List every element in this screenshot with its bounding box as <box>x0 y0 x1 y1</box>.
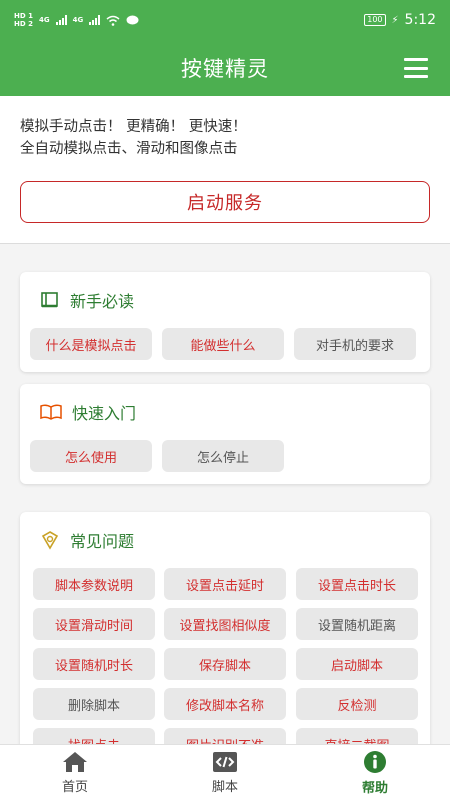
help-chip[interactable]: 能做些什么 <box>162 328 284 360</box>
question-shield-icon <box>41 531 59 550</box>
section-title: 新手必读 <box>70 292 135 311</box>
intro-text: 模拟手动点击！ 更精确！ 更快速！ 全自动模拟点击、滑动和图像点击 <box>20 116 247 160</box>
home-icon <box>63 752 87 772</box>
chat-icon <box>126 15 139 24</box>
help-chip[interactable]: 设置随机距离 <box>296 608 418 640</box>
start-service-button[interactable]: 启动服务 <box>20 181 430 223</box>
info-icon <box>364 751 386 773</box>
intro-line-1: 模拟手动点击！ 更精确！ 更快速！ <box>20 119 247 135</box>
nav-help[interactable]: 帮助 <box>300 745 450 801</box>
battery-icon: 100 <box>364 14 386 26</box>
bottom-navigation: 首页 脚本 帮助 <box>0 744 450 801</box>
section-faq: 常见问题 脚本参数说明 设置点击延时 设置点击时长 设置滑动时间 设置找图相似度… <box>20 512 430 772</box>
clock: 5:12 <box>404 12 436 28</box>
help-chip[interactable]: 启动脚本 <box>296 648 418 680</box>
book-icon <box>41 292 58 308</box>
help-chip[interactable]: 设置滑动时间 <box>33 608 155 640</box>
intro-line-2: 全自动模拟点击、滑动和图像点击 <box>20 141 238 157</box>
help-chip[interactable]: 怎么停止 <box>162 440 284 472</box>
signal-icon-2 <box>89 15 101 25</box>
network-type-2: 4G <box>72 16 84 24</box>
help-chip[interactable]: 设置找图相似度 <box>164 608 286 640</box>
help-chip[interactable]: 保存脚本 <box>164 648 286 680</box>
help-chip[interactable]: 删除脚本 <box>33 688 155 720</box>
network-type-1: 4G <box>38 16 50 24</box>
section-beginner: 新手必读 什么是模拟点击 能做些什么 对手机的要求 <box>20 272 430 372</box>
section-title: 常见问题 <box>70 532 135 551</box>
signal-icon <box>55 15 67 25</box>
wifi-icon <box>106 15 120 26</box>
nav-label: 首页 <box>61 780 88 795</box>
code-icon <box>213 752 237 772</box>
nav-home[interactable]: 首页 <box>0 745 150 801</box>
charging-icon: ⚡ <box>391 14 399 26</box>
help-chip[interactable]: 设置随机时长 <box>33 648 155 680</box>
page-title: 按键精灵 <box>181 57 269 81</box>
nav-script[interactable]: 脚本 <box>150 745 300 801</box>
help-chip[interactable]: 设置点击延时 <box>164 568 286 600</box>
nav-label: 脚本 <box>211 780 238 795</box>
section-title: 快速入门 <box>72 404 137 423</box>
nav-label: 帮助 <box>361 781 388 796</box>
status-bar: HD 1 HD 2 4G 4G 100 ⚡ 5:12 <box>0 0 450 40</box>
help-chip[interactable]: 什么是模拟点击 <box>30 328 152 360</box>
title-bar: 按键精灵 <box>0 40 450 96</box>
help-chip[interactable]: 对手机的要求 <box>294 328 416 360</box>
open-book-icon <box>40 404 62 420</box>
app-header: HD 1 HD 2 4G 4G 100 ⚡ 5:12 按键精灵 <box>0 0 450 96</box>
help-chip[interactable]: 脚本参数说明 <box>33 568 155 600</box>
hd-indicator: HD 1 HD 2 <box>14 12 33 28</box>
help-chip[interactable]: 怎么使用 <box>30 440 152 472</box>
help-chip[interactable]: 反检测 <box>296 688 418 720</box>
section-quick-start: 快速入门 怎么使用 怎么停止 <box>20 384 430 484</box>
help-chip[interactable]: 设置点击时长 <box>296 568 418 600</box>
hamburger-menu-icon[interactable] <box>404 58 428 78</box>
help-chip[interactable]: 修改脚本名称 <box>164 688 286 720</box>
